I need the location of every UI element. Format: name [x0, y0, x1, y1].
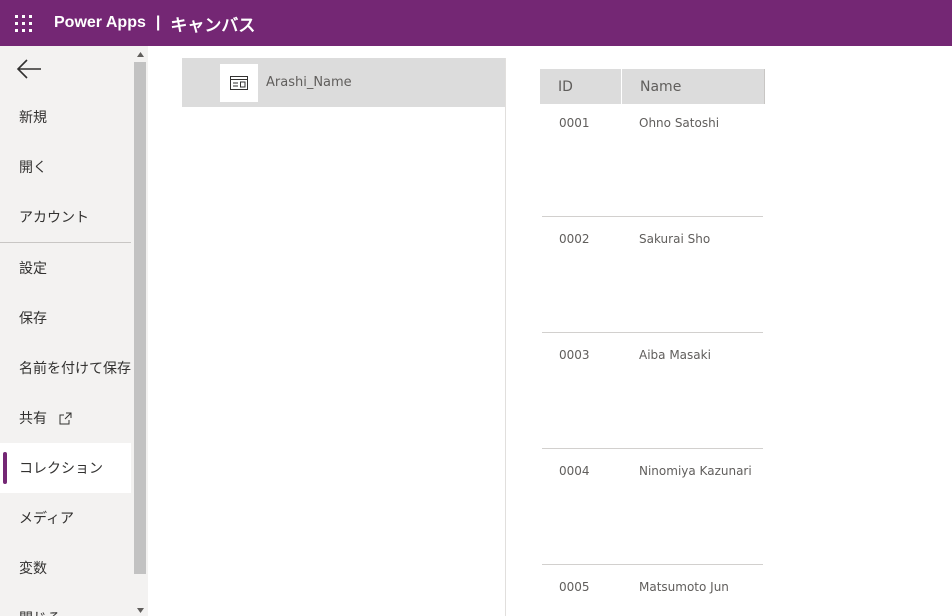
- nav-item-variables[interactable]: 変数: [0, 543, 131, 593]
- nav-item-collections[interactable]: コレクション: [0, 443, 131, 493]
- nav-item-settings[interactable]: 設定: [0, 243, 131, 293]
- app-subtitle: キャンバス: [170, 15, 256, 36]
- collection-name: Arashi_Name: [266, 75, 352, 90]
- nav-item-label: メディア: [19, 511, 75, 527]
- scroll-up-icon[interactable]: [136, 50, 145, 58]
- row-divider: [542, 216, 763, 217]
- nav-item-label: コレクション: [19, 461, 103, 477]
- cell-name: Matsumoto Jun: [639, 580, 729, 594]
- cell-name: Sakurai Sho: [639, 232, 711, 246]
- cell-name: Aiba Masaki: [639, 348, 711, 362]
- back-arrow-icon: [16, 59, 41, 79]
- cell-id: 0005: [559, 580, 590, 594]
- nav-item-label: 閉じる: [19, 608, 61, 616]
- column-header-id: ID: [540, 69, 622, 104]
- nav-item-label: 開く: [19, 160, 47, 176]
- table-icon: [220, 63, 258, 102]
- header-separator: |: [155, 14, 161, 31]
- table-row: 0004 Ninomiya Kazunari: [542, 452, 763, 568]
- nav-item-label: 共有: [19, 411, 47, 427]
- nav-item-label: アカウント: [19, 210, 89, 226]
- collections-list: Arashi_Name: [182, 58, 506, 616]
- table-row: 0002 Sakurai Sho: [542, 220, 763, 336]
- cell-id: 0003: [559, 348, 590, 362]
- backstage-nav: 新規 開く アカウント 設定 保存 名前を付けて保存 共有 コレクション メディ…: [0, 46, 148, 616]
- nav-item-save-as[interactable]: 名前を付けて保存: [0, 343, 131, 393]
- column-header-name: Name: [640, 78, 682, 95]
- cell-id: 0001: [559, 116, 590, 130]
- collection-item[interactable]: Arashi_Name: [182, 58, 505, 107]
- scrollbar-thumb[interactable]: [134, 62, 146, 574]
- nav-item-close[interactable]: 閉じる: [0, 593, 131, 616]
- nav-scrollbar[interactable]: [133, 46, 148, 616]
- cell-name: Ninomiya Kazunari: [639, 464, 752, 478]
- nav-item-share[interactable]: 共有: [0, 393, 131, 443]
- table-row: 0005 Matsumoto Jun: [542, 568, 763, 616]
- nav-item-label: 変数: [19, 561, 47, 577]
- nav-item-label: 保存: [19, 311, 47, 327]
- row-divider: [542, 564, 763, 565]
- external-link-icon: [59, 412, 72, 424]
- app-launcher-icon[interactable]: [0, 0, 46, 46]
- app-header: Power Apps | キャンバス: [0, 0, 952, 46]
- nav-item-new[interactable]: 新規: [0, 92, 131, 142]
- row-divider: [542, 448, 763, 449]
- nav-item-account[interactable]: アカウント: [0, 192, 131, 242]
- nav-item-open[interactable]: 開く: [0, 142, 131, 192]
- nav-item-label: 新規: [19, 110, 47, 126]
- nav-item-label: 名前を付けて保存: [19, 361, 131, 377]
- back-button[interactable]: [0, 46, 131, 92]
- cell-name: Ohno Satoshi: [639, 116, 720, 130]
- cell-id: 0002: [559, 232, 590, 246]
- table-row: 0003 Aiba Masaki: [542, 336, 763, 452]
- collection-data-table: ID Name 0001 Ohno Satoshi 0002 Sakurai S…: [540, 69, 765, 594]
- table-header: ID Name: [540, 69, 765, 104]
- nav-item-save[interactable]: 保存: [0, 293, 131, 343]
- nav-item-media[interactable]: メディア: [0, 493, 131, 543]
- cell-id: 0004: [559, 464, 590, 478]
- table-row: 0001 Ohno Satoshi: [542, 104, 763, 220]
- app-name[interactable]: Power Apps: [54, 14, 146, 32]
- row-divider: [542, 332, 763, 333]
- scroll-down-icon[interactable]: [136, 606, 145, 614]
- nav-item-label: 設定: [19, 261, 47, 277]
